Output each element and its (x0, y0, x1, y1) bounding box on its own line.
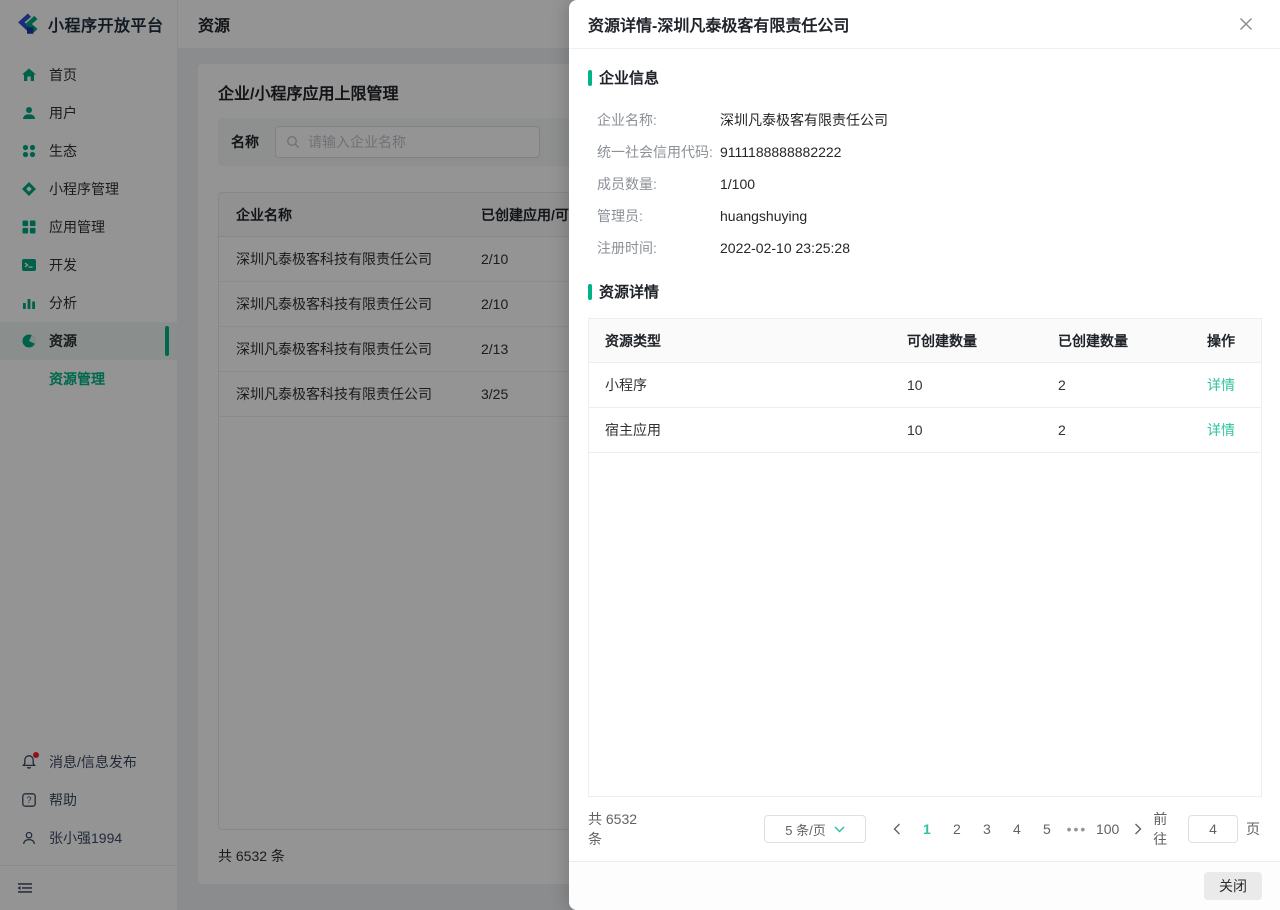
company-info-section-title: 企业信息 (588, 67, 1262, 88)
page-size-value: 5 条/页 (785, 820, 825, 839)
field-admin: 管理员: huangshuying (588, 200, 1262, 232)
modal-body: 企业信息 企业名称: 深圳凡泰极客有限责任公司 统一社会信用代码: 911118… (569, 49, 1280, 861)
resource-table: 资源类型 可创建数量 已创建数量 操作 小程序 10 2 详情 宿主应用 10 … (588, 318, 1262, 797)
more-pages-icon[interactable]: ••• (1066, 815, 1088, 843)
column-header-resource-type: 资源类型 (589, 331, 907, 351)
page-number-3[interactable]: 3 (976, 815, 998, 843)
page-number-4[interactable]: 4 (1006, 815, 1028, 843)
next-page-icon[interactable] (1127, 815, 1149, 843)
resource-type-cell: 宿主应用 (589, 420, 907, 440)
section-accent-bar (588, 284, 592, 300)
column-header-created: 已创建数量 (1058, 331, 1206, 351)
table-row: 宿主应用 10 2 详情 (589, 408, 1261, 453)
created-count-cell: 2 (1058, 377, 1206, 393)
resource-detail-modal: 资源详情-深圳凡泰极客有限责任公司 企业信息 企业名称: 深圳凡泰极客有限责任公… (569, 0, 1280, 910)
goto-unit: 页 (1246, 819, 1260, 839)
app-window: 小程序开放平台 首页 用户 生态 (0, 0, 1280, 910)
chevron-down-icon (834, 826, 845, 833)
page-number-1[interactable]: 1 (916, 815, 938, 843)
goto-label: 前往 (1153, 809, 1180, 849)
section-title-text: 资源详情 (599, 281, 659, 302)
field-value: 2022-02-10 23:25:28 (720, 240, 850, 256)
prev-page-icon[interactable] (886, 815, 908, 843)
field-label: 成员数量: (597, 174, 720, 194)
modal-title: 资源详情-深圳凡泰极客有限责任公司 (588, 12, 849, 36)
page-number-5[interactable]: 5 (1036, 815, 1058, 843)
column-header-creatable: 可创建数量 (907, 331, 1058, 351)
pagination-bar: 共 6532 条 5 条/页 1 2 3 4 5 ••• (588, 797, 1262, 861)
field-register-time: 注册时间: 2022-02-10 23:25:28 (588, 232, 1262, 264)
creatable-count-cell: 10 (907, 422, 1058, 438)
resource-type-cell: 小程序 (589, 375, 907, 395)
creatable-count-cell: 10 (907, 377, 1058, 393)
goto-page-group: 前往 页 (1153, 809, 1262, 849)
field-value: 1/100 (720, 176, 755, 192)
field-company-name: 企业名称: 深圳凡泰极客有限责任公司 (588, 104, 1262, 136)
section-accent-bar (588, 70, 592, 86)
detail-link[interactable]: 详情 (1207, 377, 1235, 393)
table-row: 小程序 10 2 详情 (589, 363, 1261, 408)
page-list: 1 2 3 4 5 ••• 100 (882, 815, 1153, 843)
field-label: 管理员: (597, 206, 720, 226)
field-value: huangshuying (720, 208, 807, 224)
field-label: 统一社会信用代码: (597, 142, 720, 162)
resource-detail-section-title: 资源详情 (588, 281, 1262, 302)
field-member-count: 成员数量: 1/100 (588, 168, 1262, 200)
modal-header: 资源详情-深圳凡泰极客有限责任公司 (569, 0, 1280, 49)
field-value: 9111188888882222 (720, 144, 841, 160)
detail-link[interactable]: 详情 (1207, 422, 1235, 438)
field-label: 企业名称: (597, 110, 720, 130)
field-label: 注册时间: (597, 238, 720, 258)
column-header-actions: 操作 (1206, 331, 1261, 351)
page-number-2[interactable]: 2 (946, 815, 968, 843)
field-value: 深圳凡泰极客有限责任公司 (720, 110, 888, 130)
close-icon[interactable] (1236, 14, 1256, 34)
modal-footer: 关闭 (569, 861, 1280, 910)
page-number-100[interactable]: 100 (1096, 815, 1119, 843)
resource-table-header: 资源类型 可创建数量 已创建数量 操作 (589, 319, 1261, 363)
page-size-select[interactable]: 5 条/页 (764, 815, 866, 843)
field-credit-code: 统一社会信用代码: 9111188888882222 (588, 136, 1262, 168)
close-button[interactable]: 关闭 (1204, 872, 1262, 900)
section-title-text: 企业信息 (599, 67, 659, 88)
goto-page-input[interactable] (1188, 815, 1238, 843)
created-count-cell: 2 (1058, 422, 1206, 438)
pagination-total: 共 6532 条 (588, 809, 654, 849)
